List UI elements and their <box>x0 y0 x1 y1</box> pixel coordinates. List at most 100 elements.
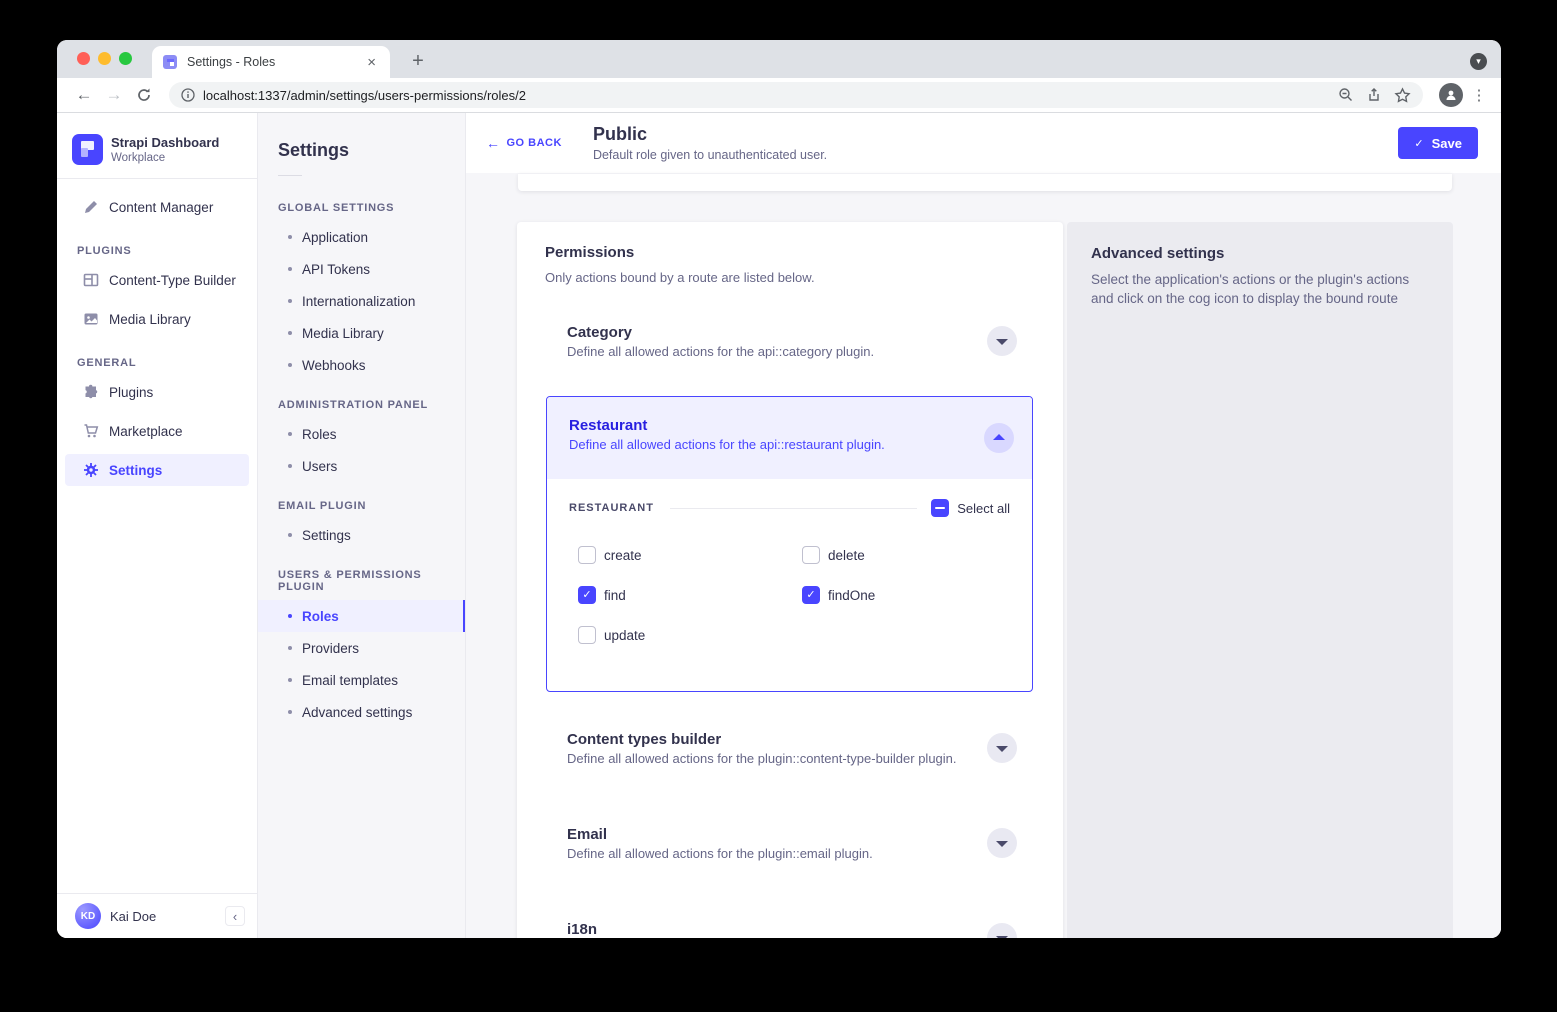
window-controls <box>77 52 132 65</box>
expand-category-button[interactable] <box>987 326 1017 356</box>
collapse-sidebar-button[interactable]: ‹ <box>225 906 245 926</box>
subnav-section-global-settings: GLOBAL SETTINGS <box>278 202 465 214</box>
subnav-item-label: Providers <box>302 641 359 656</box>
zoom-window-button[interactable] <box>119 52 132 65</box>
action-label: find <box>604 588 626 603</box>
back-arrow-icon: ← <box>486 135 501 151</box>
create-checkbox[interactable]: ✓ <box>578 546 596 564</box>
sidebar-item-marketplace[interactable]: Marketplace <box>65 415 249 447</box>
subnav-item-label: Users <box>302 459 337 474</box>
bullet-icon <box>288 533 292 537</box>
subnav-item-advanced-settings[interactable]: Advanced settings <box>258 696 465 728</box>
expand-content-types-builder-button[interactable] <box>987 733 1017 763</box>
share-button[interactable] <box>1366 87 1382 103</box>
action-delete: ✓ delete <box>802 535 1026 575</box>
accordion-content-types-builder[interactable]: Content types builder Define all allowed… <box>545 717 1039 779</box>
update-checkbox[interactable]: ✓ <box>578 626 596 644</box>
sidebar-item-content-manager[interactable]: Content Manager <box>65 191 249 223</box>
address-bar[interactable]: localhost:1337/admin/settings/users-perm… <box>169 82 1423 108</box>
subnav-item-webhooks[interactable]: Webhooks <box>258 349 465 381</box>
accordion-i18n[interactable]: i18n <box>545 907 1039 938</box>
action-label: findOne <box>828 588 875 603</box>
sidebar-item-label: Marketplace <box>109 424 183 439</box>
sidebar-item-label: Settings <box>109 463 162 478</box>
chevron-down-icon <box>996 936 1008 938</box>
tab-close-icon[interactable]: × <box>363 54 380 71</box>
accordion-title: i18n <box>567 921 1039 938</box>
url-text[interactable]: localhost:1337/admin/settings/users-perm… <box>203 88 1326 103</box>
bullet-icon <box>288 464 292 468</box>
find-checkbox[interactable]: ✓ <box>578 586 596 604</box>
image-icon <box>83 311 99 327</box>
save-button-label: Save <box>1432 136 1462 151</box>
reload-button[interactable] <box>129 87 159 103</box>
subnav-section-users-permissions-plugin: USERS & PERMISSIONS PLUGIN <box>278 569 465 593</box>
gear-icon <box>83 462 99 478</box>
subnav-item-api-tokens[interactable]: API Tokens <box>258 253 465 285</box>
accordion-email[interactable]: Email Define all allowed actions for the… <box>545 812 1039 874</box>
tab-search-button[interactable]: ▾ <box>1470 53 1487 70</box>
sidebar-item-label: Media Library <box>109 312 191 327</box>
user-row: KD Kai Doe ‹ <box>57 894 257 938</box>
subnav-item-admin-roles[interactable]: Roles <box>258 418 465 450</box>
sidebar-item-content-type-builder[interactable]: Content-Type Builder <box>65 264 249 296</box>
main-sidebar: Strapi Dashboard Workplace Content Manag… <box>57 113 258 938</box>
action-label: delete <box>828 548 865 563</box>
workspace-switcher[interactable]: Strapi Dashboard Workplace <box>72 127 257 171</box>
check-icon: ✓ <box>806 590 815 601</box>
subnav-item-admin-users[interactable]: Users <box>258 450 465 482</box>
advanced-settings-panel: Advanced settings Select the application… <box>1067 222 1453 938</box>
subnav-item-application[interactable]: Application <box>258 221 465 253</box>
expand-email-button[interactable] <box>987 828 1017 858</box>
accordion-restaurant-header[interactable]: Restaurant Define all allowed actions fo… <box>547 397 1032 479</box>
subnav-item-up-roles[interactable]: Roles <box>258 600 465 632</box>
browser-profile-button[interactable] <box>1439 83 1463 107</box>
select-all-checkbox[interactable] <box>931 499 949 517</box>
avatar[interactable]: KD <box>75 903 101 929</box>
sidebar-item-plugins[interactable]: Plugins <box>65 376 249 408</box>
go-back-label: GO BACK <box>507 137 562 149</box>
minimize-window-button[interactable] <box>98 52 111 65</box>
close-window-button[interactable] <box>77 52 90 65</box>
subnav-item-media-library[interactable]: Media Library <box>258 317 465 349</box>
accordion-category[interactable]: Category Define all allowed actions for … <box>545 310 1039 372</box>
settings-subnav: Settings GLOBAL SETTINGS Application API… <box>258 113 466 938</box>
subnav-item-email-settings[interactable]: Settings <box>258 519 465 551</box>
subnav-item-providers[interactable]: Providers <box>258 632 465 664</box>
user-name: Kai Doe <box>110 909 225 924</box>
sidebar-item-label: Plugins <box>109 385 153 400</box>
permissions-title: Permissions <box>545 244 634 261</box>
back-button[interactable]: ← <box>69 85 99 105</box>
permissions-card: Permissions Only actions bound by a rout… <box>517 222 1063 938</box>
page-header: ← GO BACK Public Default role given to u… <box>466 113 1501 173</box>
save-button[interactable]: ✓ Save <box>1398 127 1478 159</box>
sidebar-item-media-library[interactable]: Media Library <box>65 303 249 335</box>
findone-checkbox[interactable]: ✓ <box>802 586 820 604</box>
subnav-item-label: Application <box>302 230 368 245</box>
zoom-out-button[interactable] <box>1338 87 1354 103</box>
action-label: create <box>604 548 642 563</box>
delete-checkbox[interactable]: ✓ <box>802 546 820 564</box>
sidebar-item-settings[interactable]: Settings <box>65 454 249 486</box>
strapi-favicon <box>162 54 178 70</box>
accordion-restaurant: Restaurant Define all allowed actions fo… <box>546 396 1033 692</box>
browser-window: Settings - Roles × + ▾ ← → localhost:133… <box>57 40 1501 938</box>
bullet-icon <box>288 363 292 367</box>
bullet-icon <box>288 299 292 303</box>
bullet-icon <box>288 710 292 714</box>
restaurant-group-row: RESTAURANT Select all <box>569 495 1010 521</box>
go-back-link[interactable]: ← GO BACK <box>486 135 562 151</box>
bookmark-button[interactable] <box>1394 87 1411 104</box>
new-tab-button[interactable]: + <box>404 48 432 76</box>
subnav-item-internationalization[interactable]: Internationalization <box>258 285 465 317</box>
strapi-logo-icon <box>72 134 103 165</box>
chevron-down-icon <box>996 746 1008 752</box>
browser-menu-button[interactable]: ⋮ <box>1469 86 1489 104</box>
collapse-restaurant-button[interactable] <box>984 423 1014 453</box>
role-details-card-edge <box>518 174 1452 191</box>
browser-tab[interactable]: Settings - Roles × <box>152 46 390 78</box>
accordion-subtitle: Define all allowed actions for the plugi… <box>567 846 1039 861</box>
workspace-label: Workplace <box>111 152 219 164</box>
subnav-item-email-templates[interactable]: Email templates <box>258 664 465 696</box>
site-info-icon[interactable] <box>181 88 195 102</box>
